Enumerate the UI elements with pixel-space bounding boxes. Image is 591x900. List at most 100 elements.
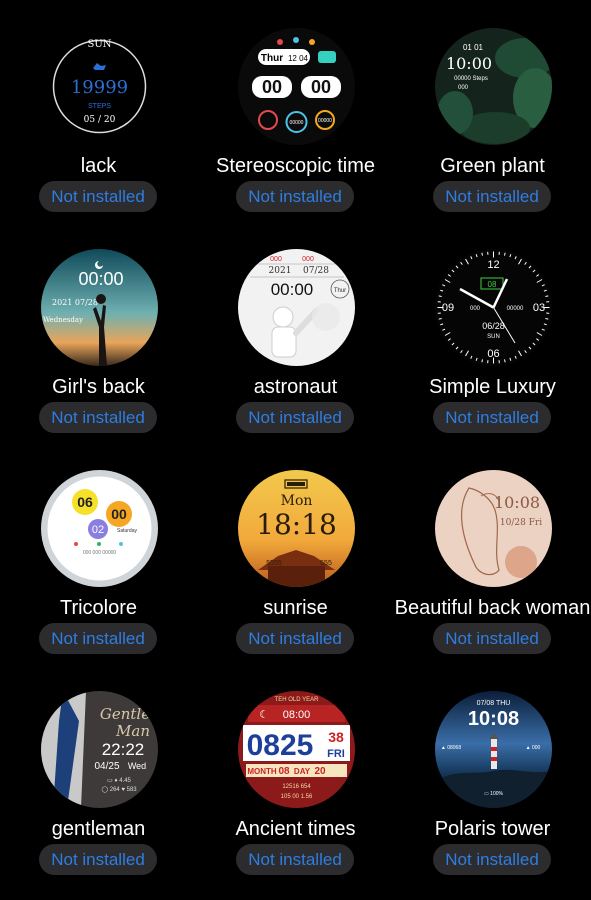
- not-installed-button[interactable]: Not installed: [433, 402, 551, 433]
- watch-face-preview[interactable]: Gentle Man 22:22 04/25 Wed ▭ ♦ 4.45 ◯ 26…: [41, 691, 158, 808]
- watch-face-card[interactable]: 07/08 THU 10:08 ▲ 08068 ▲ 000 ▭ 100% Pol…: [394, 663, 591, 884]
- watch-face-preview[interactable]: 12 09 03 06 08 000 00000 06/28 SUN: [435, 249, 552, 366]
- date-text: 07/08 THU: [477, 700, 511, 707]
- time-text: 10:08: [468, 708, 519, 730]
- not-installed-button[interactable]: Not installed: [433, 623, 551, 654]
- svg-text:▭ 100%: ▭ 100%: [484, 791, 503, 797]
- day-text: Thur: [261, 53, 283, 64]
- not-installed-button[interactable]: Not installed: [236, 844, 354, 875]
- watch-face-preview[interactable]: TEH OLD YEAR ☾ 08:00 0825 38 FRI MONTH 0…: [238, 691, 355, 808]
- tick-mark: [545, 318, 549, 320]
- weekday-text: Saturday: [117, 528, 138, 534]
- steps-value: 19999: [71, 77, 128, 98]
- watch-face-preview[interactable]: SUN 19999 STEPS 05 / 20: [41, 28, 158, 145]
- watch-face-card[interactable]: 01 01 10:00 00000 Steps 000 Green plant …: [394, 0, 591, 221]
- svg-text:☾: ☾: [259, 709, 269, 721]
- not-installed-button[interactable]: Not installed: [39, 623, 157, 654]
- watch-face-grid: SUN 19999 STEPS 05 / 20 lack Not install…: [0, 0, 591, 900]
- watch-face-preview[interactable]: 07/08 THU 10:08 ▲ 08068 ▲ 000 ▭ 100%: [435, 691, 552, 808]
- minute-text: 00: [111, 506, 127, 522]
- not-installed-button[interactable]: Not installed: [433, 181, 551, 212]
- watch-face-preview[interactable]: 01 01 10:00 00000 Steps 000: [435, 28, 552, 145]
- weekday-text: FRI: [327, 748, 345, 760]
- lighthouse-shape: [491, 739, 497, 769]
- alarm-text: 08:00: [283, 709, 311, 721]
- day-label: DAY: [294, 767, 311, 776]
- tick-mark: [504, 252, 506, 256]
- watch-face-card[interactable]: TEH OLD YEAR ☾ 08:00 0825 38 FRI MONTH 0…: [197, 663, 394, 884]
- heart-text: 000: [470, 306, 481, 312]
- svg-text:000 000 00000: 000 000 00000: [83, 550, 117, 556]
- tick-mark: [545, 295, 549, 297]
- seconds-text: 38: [328, 729, 344, 745]
- steps-label: STEPS: [88, 103, 111, 110]
- heart-text: 555: [320, 560, 332, 567]
- year-text: 2021: [269, 266, 292, 276]
- weekday-text: Mon: [281, 493, 313, 509]
- watch-face-card[interactable]: Mon 18:18 5555 555 sunrise Not installed: [197, 442, 394, 663]
- not-installed-button[interactable]: Not installed: [236, 181, 354, 212]
- not-installed-button[interactable]: Not installed: [236, 623, 354, 654]
- svg-text:◯ 264 ♥ 583: ◯ 264 ♥ 583: [101, 786, 137, 793]
- svg-text:▲ 000: ▲ 000: [526, 745, 541, 751]
- weekday-text: Wednesday: [43, 316, 83, 324]
- title-text: TEH OLD YEAR: [275, 697, 320, 703]
- watch-face-preview[interactable]: 06 00 02 Saturday 000 000 00000: [41, 470, 158, 587]
- svg-text:12516 654: 12516 654: [282, 784, 311, 790]
- tick-mark: [504, 359, 506, 363]
- tick-mark: [438, 295, 442, 297]
- date-text: 2021 07/28: [52, 298, 98, 307]
- hour-text: 06: [77, 494, 93, 510]
- time-text: 00:00: [78, 269, 123, 289]
- battery-icon: [318, 51, 336, 63]
- watch-face-card[interactable]: 10:08 10/28 Fri Beautiful back woman Not…: [394, 442, 591, 663]
- brand-text: Gentle: [100, 705, 150, 723]
- watch-face-card[interactable]: Gentle Man 22:22 04/25 Wed ▭ ♦ 4.45 ◯ 26…: [0, 663, 197, 884]
- day-text: SUN: [87, 39, 111, 50]
- weekday-text: Wed: [128, 761, 146, 771]
- date-text: 04/25: [94, 761, 119, 772]
- day-value: 20: [314, 766, 326, 777]
- watch-face-card[interactable]: 000 000 2021 07/28 00:00 Thur astronaut …: [197, 221, 394, 442]
- date-text: 06/28: [482, 321, 505, 331]
- steps-text: 00000 Steps: [454, 76, 488, 82]
- watch-face-preview[interactable]: 000 000 2021 07/28 00:00 Thur: [238, 249, 355, 366]
- tick-mark: [481, 359, 483, 363]
- watch-face-card[interactable]: Thur 12 04 00 00 00000 00000 Stereoscopi…: [197, 0, 394, 221]
- watch-face-card[interactable]: 00:00 2021 07/28 Wednesday Girl's back N…: [0, 221, 197, 442]
- month-value: 08: [278, 766, 290, 777]
- hour-12: 12: [487, 259, 499, 271]
- watch-face-preview[interactable]: Mon 18:18 5555 555: [238, 470, 355, 587]
- watch-face-name: Polaris tower: [434, 818, 551, 840]
- date-text: 07/28: [303, 266, 329, 276]
- heart-text: 000: [458, 85, 469, 91]
- watch-face-preview[interactable]: 00:00 2021 07/28 Wednesday: [41, 249, 158, 366]
- watch-face-name: Green plant: [440, 155, 545, 177]
- steps-text: 00000: [507, 306, 524, 312]
- not-installed-button[interactable]: Not installed: [236, 402, 354, 433]
- steps-text: 000: [302, 256, 314, 263]
- calories-value: 00000: [318, 118, 332, 124]
- battery-text: 08: [488, 280, 497, 289]
- watch-face-name: Beautiful back woman: [394, 597, 591, 619]
- not-installed-button[interactable]: Not installed: [39, 402, 157, 433]
- not-installed-button[interactable]: Not installed: [39, 844, 157, 875]
- watch-face-name: Simple Luxury: [429, 376, 556, 398]
- time-text: 00:00: [271, 280, 314, 299]
- hour-9: 09: [442, 302, 454, 314]
- date-text: 05 / 20: [84, 115, 116, 125]
- watch-face-card[interactable]: SUN 19999 STEPS 05 / 20 lack Not install…: [0, 0, 197, 221]
- hour-3: 03: [533, 302, 545, 314]
- watch-face-card[interactable]: 06 00 02 Saturday 000 000 00000 Tricolor…: [0, 442, 197, 663]
- time-text: 0825: [247, 729, 314, 762]
- minute-text: 00: [311, 77, 331, 97]
- not-installed-button[interactable]: Not installed: [39, 181, 157, 212]
- watch-face-card[interactable]: 12 09 03 06 08 000 00000 06/28 SUN Simpl…: [394, 221, 591, 442]
- watch-face-preview[interactable]: Thur 12 04 00 00 00000 00000: [238, 28, 355, 145]
- heart-text: 000: [270, 256, 282, 263]
- svg-text:105 00 1.56: 105 00 1.56: [281, 794, 313, 800]
- watch-face-preview[interactable]: 10:08 10/28 Fri: [435, 470, 552, 587]
- hour-6: 06: [487, 348, 499, 360]
- tick-mark: [438, 318, 442, 320]
- not-installed-button[interactable]: Not installed: [433, 844, 551, 875]
